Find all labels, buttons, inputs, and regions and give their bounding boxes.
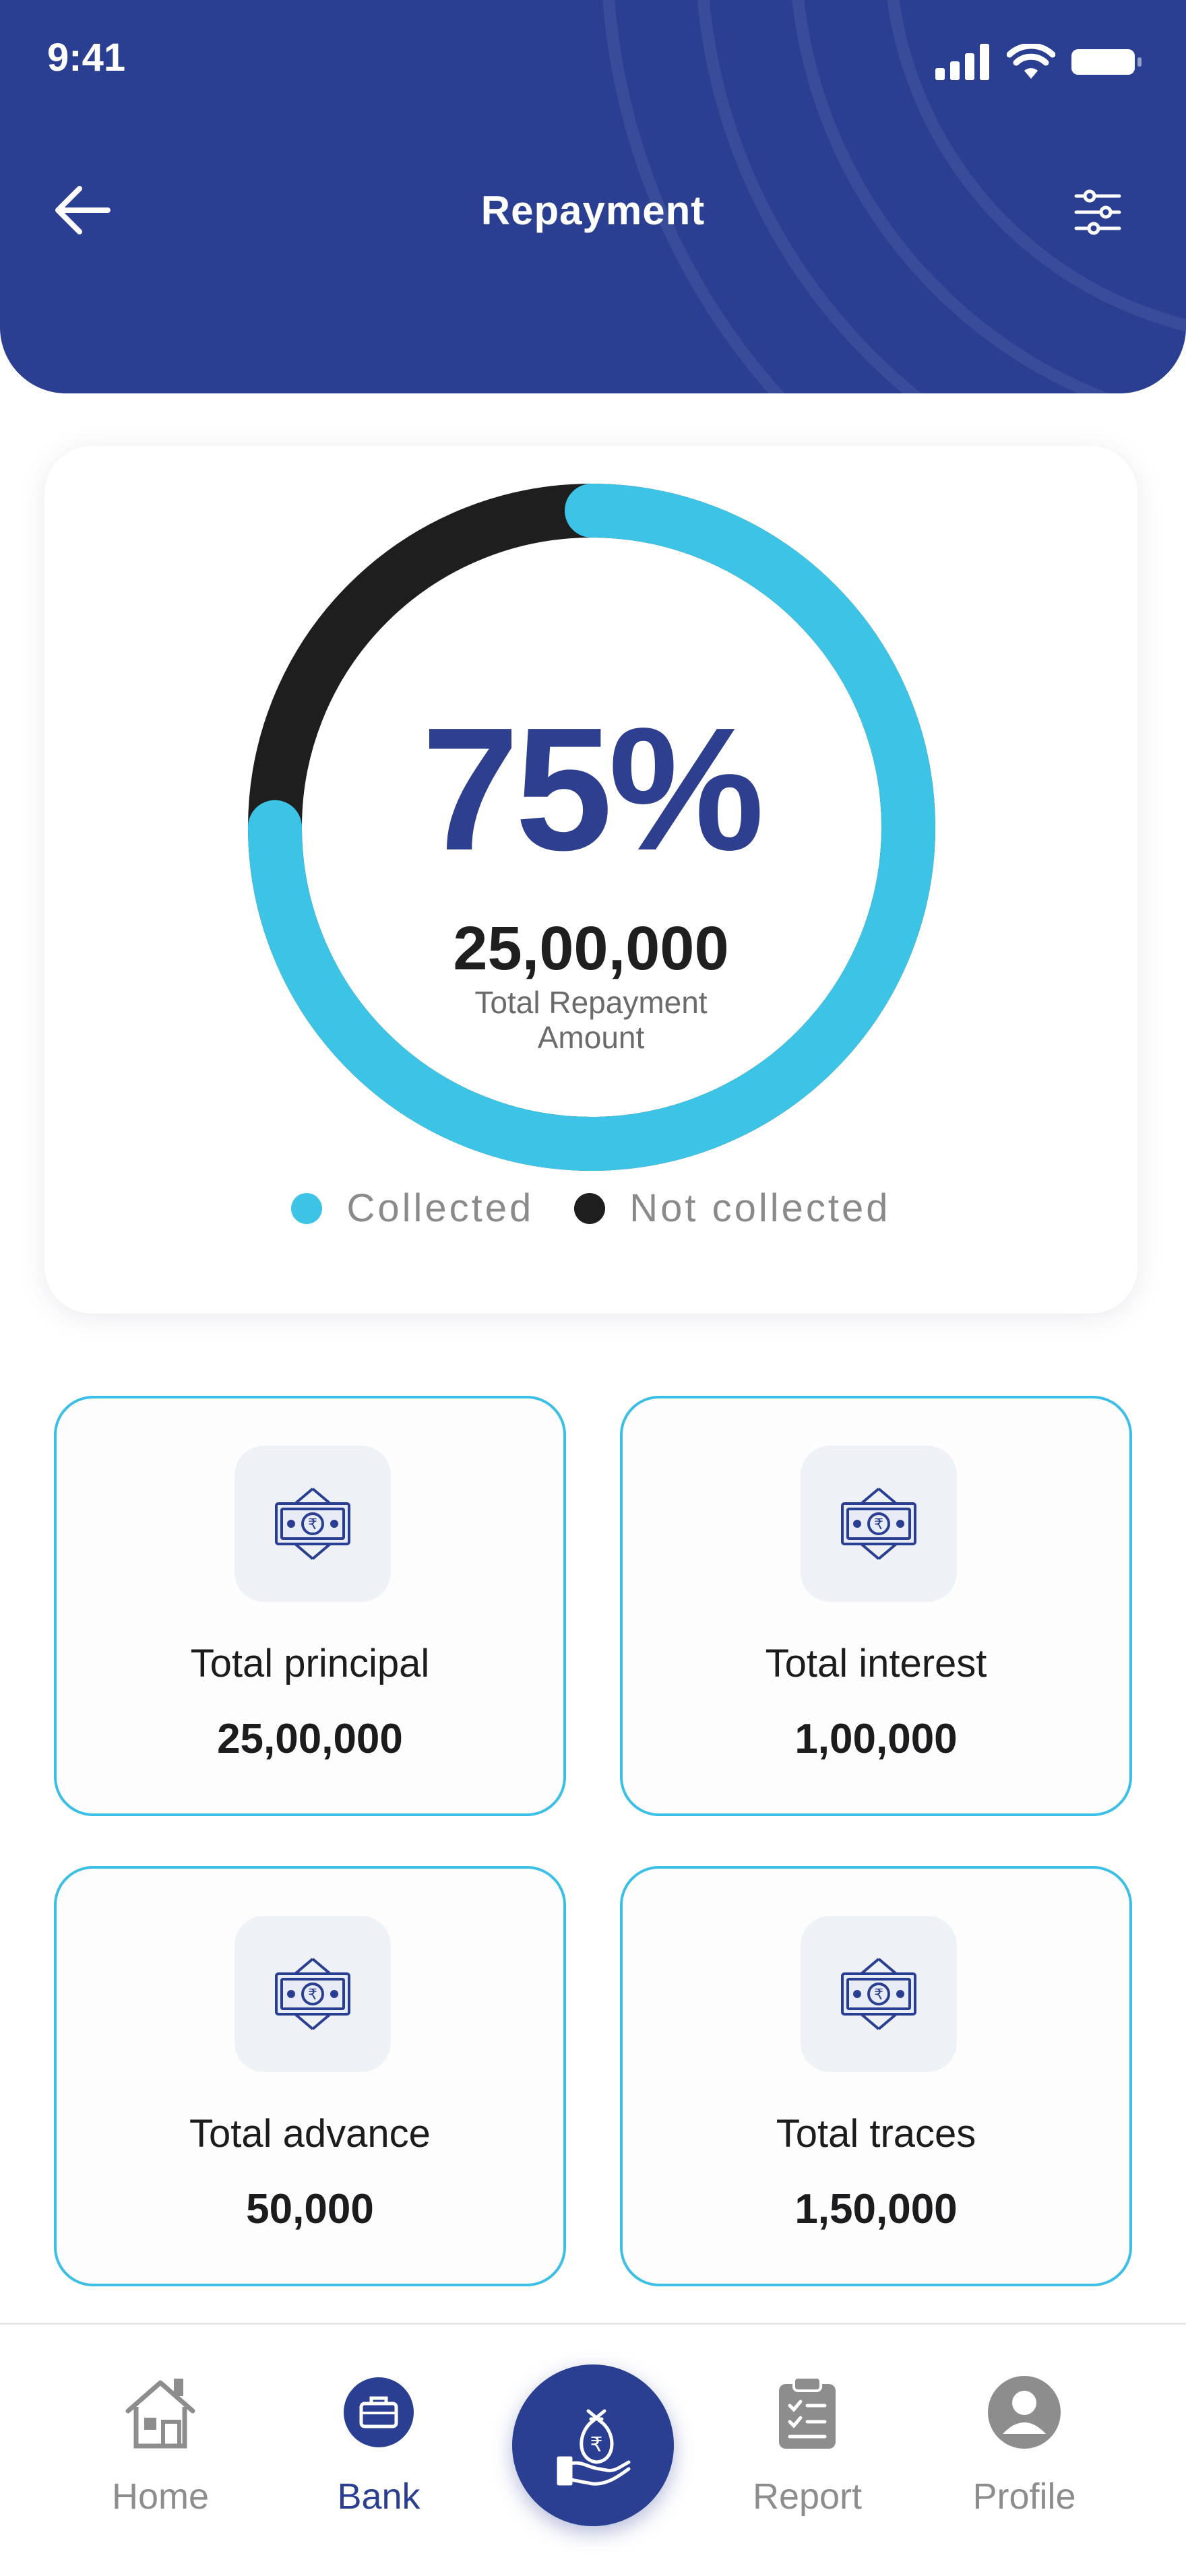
stat-icon-container: ₹: [801, 1446, 957, 1602]
signal-icon: [935, 44, 989, 80]
stat-value: 1,00,000: [794, 1716, 958, 1762]
total-repayment-amount: 25,00,000: [453, 914, 729, 983]
stat-card-total-principal[interactable]: ₹ Total principal 25,00,000: [54, 1396, 566, 1816]
svg-text:₹: ₹: [308, 1516, 317, 1533]
nav-label-report: Report: [752, 2476, 863, 2517]
svg-text:₹: ₹: [308, 1987, 317, 2003]
legend-item-collected: Collected: [291, 1186, 534, 1231]
clipboard-icon: [767, 2372, 848, 2453]
center-action-button[interactable]: ₹: [512, 2364, 674, 2526]
stat-label: Total principal: [190, 1642, 430, 1685]
sliders-icon: [1074, 189, 1121, 235]
legend-item-not-collected: Not collected: [574, 1186, 890, 1231]
stat-icon-container: ₹: [801, 1916, 957, 2072]
user-icon: [984, 2372, 1065, 2453]
stat-icon-container: ₹: [235, 1916, 391, 2072]
banknote-icon: ₹: [275, 1958, 350, 2030]
status-time: 9:41: [47, 36, 126, 79]
chart-legend: Collected Not collected: [44, 1186, 1137, 1231]
legend-dot-not-collected: [574, 1192, 606, 1224]
total-repayment-caption: Total Repayment Amount: [474, 985, 708, 1055]
stat-icon-container: ₹: [235, 1446, 391, 1602]
banknote-icon: ₹: [841, 1958, 916, 2030]
nav-label-home: Home: [111, 2476, 210, 2517]
svg-text:₹: ₹: [874, 1987, 883, 2003]
filter-button[interactable]: [1067, 182, 1128, 243]
svg-text:₹: ₹: [874, 1516, 883, 1533]
legend-label-not-collected: Not collected: [629, 1186, 891, 1230]
svg-text:₹: ₹: [590, 2433, 602, 2457]
battery-icon: [1071, 49, 1142, 75]
nav-item-profile[interactable]: Profile: [950, 2372, 1098, 2540]
banknote-icon: ₹: [275, 1487, 350, 1560]
legend-dot-collected: [291, 1192, 323, 1224]
status-icons: [935, 42, 1144, 82]
stat-value: 1,50,000: [794, 2186, 958, 2232]
nav-label-bank: Bank: [337, 2476, 420, 2517]
stat-label: Total interest: [765, 1642, 987, 1685]
stat-card-total-traces[interactable]: ₹ Total traces 1,50,000: [620, 1866, 1132, 2286]
nav-item-home[interactable]: Home: [86, 2372, 235, 2540]
money-bag-hand-icon: ₹: [557, 2409, 631, 2486]
header-bar: 9:41 Repayment: [0, 0, 1186, 393]
collected-percentage: 75%: [421, 692, 764, 887]
stat-card-total-interest[interactable]: ₹ Total interest 1,00,000: [620, 1396, 1132, 1816]
banknote-icon: ₹: [841, 1487, 916, 1560]
home-icon: [120, 2372, 201, 2453]
stat-value: 25,00,000: [217, 1716, 403, 1762]
wifi-icon: [1007, 44, 1055, 79]
briefcase-icon: [338, 2372, 419, 2453]
nav-item-report[interactable]: Report: [733, 2372, 881, 2540]
legend-label-collected: Collected: [346, 1186, 534, 1230]
stat-label: Total advance: [189, 2112, 431, 2156]
page-title: Repayment: [480, 188, 706, 233]
nav-label-profile: Profile: [972, 2476, 1076, 2517]
stat-value: 50,000: [246, 2186, 374, 2232]
nav-item-bank[interactable]: Bank: [305, 2372, 453, 2540]
stat-label: Total traces: [776, 2112, 976, 2156]
stat-card-total-advance[interactable]: ₹ Total advance 50,000: [54, 1866, 566, 2286]
repayment-summary-card: 75% 25,00,000 Total Repayment Amount Col…: [44, 446, 1137, 1314]
